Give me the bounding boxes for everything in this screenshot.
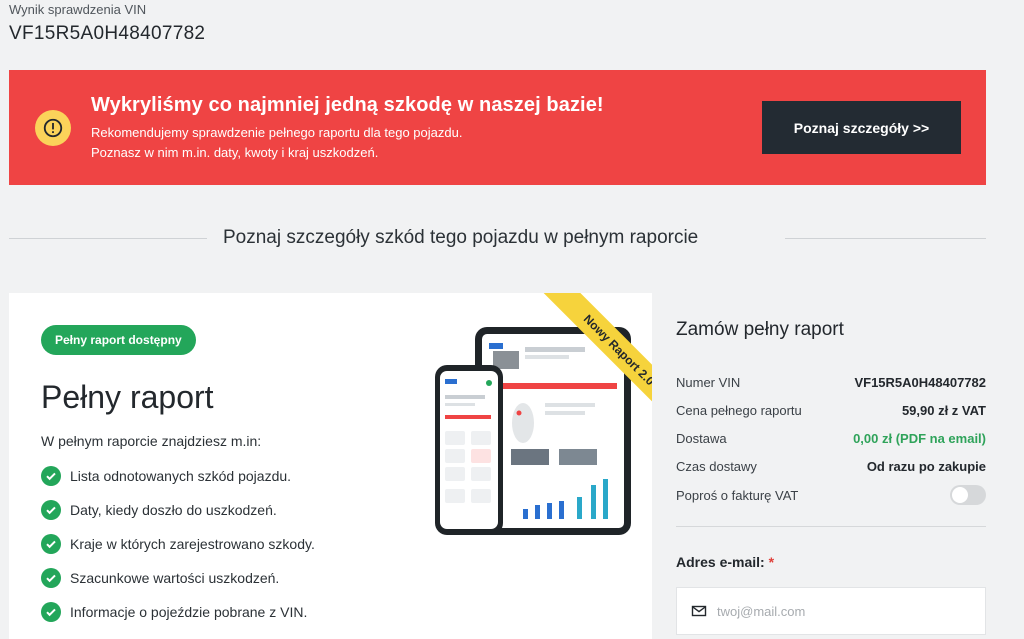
section-divider: Poznaj szczegóły szkód tego pojazdu w pe… xyxy=(9,223,986,253)
alert-line-2: Poznasz w nim m.in. daty, kwoty i kraj u… xyxy=(91,145,379,160)
list-item: Daty, kiedy doszło do uszkodzeń. xyxy=(41,493,315,527)
feature-label: Informacje o pojeździe pobrane z VIN. xyxy=(70,604,308,620)
list-item: Szacunkowe wartości uszkodzeń. xyxy=(41,561,315,595)
vin-header: Wynik sprawdzenia VIN VF15R5A0H48407782 xyxy=(9,2,205,45)
mail-icon xyxy=(691,605,707,617)
full-report-card: Pełny raport dostępny Pełny raport W peł… xyxy=(9,293,652,639)
order-row-vin: Numer VIN VF15R5A0H48407782 xyxy=(676,375,986,390)
section-title: Poznaj szczegóły szkód tego pojazdu w pe… xyxy=(223,227,699,248)
check-icon xyxy=(41,602,61,622)
report-title: Pełny raport xyxy=(41,379,214,415)
email-field[interactable] xyxy=(676,587,986,635)
list-item: Kraje w których zarejestrowano szkody. xyxy=(41,527,315,561)
feature-label: Daty, kiedy doszło do uszkodzeń. xyxy=(70,502,277,518)
warning-icon xyxy=(35,110,71,146)
check-icon xyxy=(41,568,61,588)
list-item: Lista odnotowanych szkód pojazdu. xyxy=(41,459,315,493)
report-available-badge: Pełny raport dostępny xyxy=(41,325,196,355)
email-label-text: Adres e-mail: xyxy=(676,554,765,570)
required-mark: * xyxy=(768,554,775,570)
invoice-label: Poproś o fakturę VAT xyxy=(676,487,799,503)
alert-line-1: Rekomendujemy sprawdzenie pełnego raport… xyxy=(91,125,463,140)
order-row-label: Cena pełnego raportu xyxy=(676,403,802,418)
damage-alert-banner: Wykryliśmy co najmniej jedną szkodę w na… xyxy=(9,70,986,185)
vin-number: VF15R5A0H48407782 xyxy=(9,23,206,44)
report-devices-illustration xyxy=(435,327,631,535)
check-icon xyxy=(41,534,61,554)
feature-label: Lista odnotowanych szkód pojazdu. xyxy=(70,468,292,484)
order-row-label: Dostawa xyxy=(676,431,727,446)
feature-label: Szacunkowe wartości uszkodzeń. xyxy=(70,570,280,586)
order-row-value: VF15R5A0H48407782 xyxy=(854,375,986,390)
report-intro: W pełnym raporcie znajdziesz m.in: xyxy=(41,433,262,449)
order-row-value: Od razu po zakupie xyxy=(866,459,986,474)
order-row-value: 0,00 zł (PDF na email) xyxy=(853,431,986,446)
order-row-value: 59,90 zł z VAT xyxy=(901,403,986,418)
feature-list: Lista odnotowanych szkód pojazdu. Daty, … xyxy=(41,459,315,629)
invoice-row: Poproś o fakturę VAT xyxy=(676,485,986,505)
feature-label: Kraje w których zarejestrowano szkody. xyxy=(70,536,315,552)
list-item: Informacje o pojeździe pobrane z VIN. xyxy=(41,595,315,629)
order-title: Zamów pełny raport xyxy=(676,319,844,340)
vin-header-label: Wynik sprawdzenia VIN xyxy=(9,2,147,17)
order-row-label: Czas dostawy xyxy=(676,459,757,474)
details-button[interactable]: Poznaj szczegóły >> xyxy=(762,101,961,154)
email-label: Adres e-mail: * xyxy=(676,554,774,570)
check-icon xyxy=(41,466,61,486)
divider-line-right xyxy=(785,238,986,239)
email-input[interactable] xyxy=(717,603,967,619)
check-icon xyxy=(41,500,61,520)
order-row-label: Numer VIN xyxy=(676,375,741,390)
divider-line-left xyxy=(9,238,207,239)
order-row-delivery: Dostawa 0,00 zł (PDF na email) xyxy=(676,431,986,446)
order-divider xyxy=(676,526,986,527)
invoice-toggle[interactable] xyxy=(950,485,986,505)
order-row-delivery-time: Czas dostawy Od razu po zakupie xyxy=(676,459,986,474)
order-row-price: Cena pełnego raportu 59,90 zł z VAT xyxy=(676,403,986,418)
alert-title: Wykryliśmy co najmniej jedną szkodę w na… xyxy=(91,94,604,116)
